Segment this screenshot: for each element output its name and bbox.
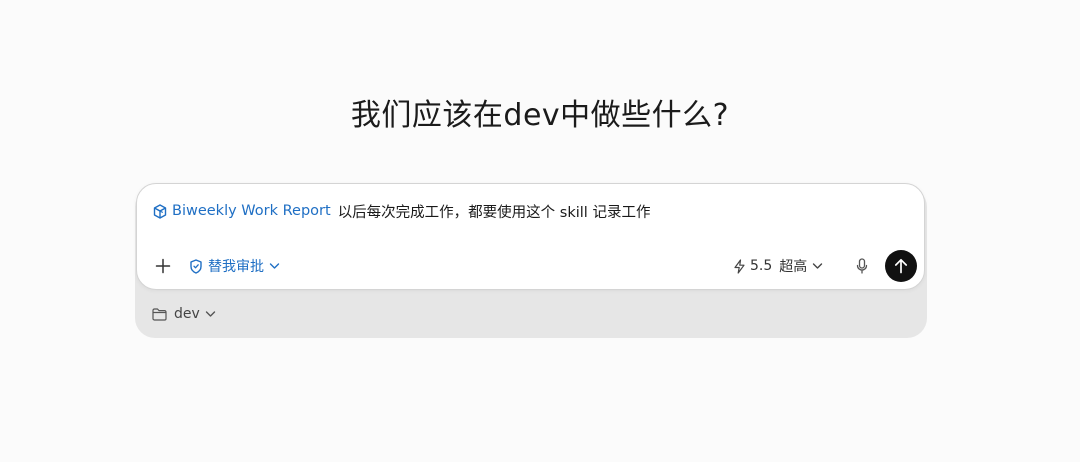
arrow-up-icon	[894, 258, 908, 274]
chevron-down-icon	[205, 311, 215, 317]
page: 我们应该在dev中做些什么? Biweekly Work Report 以后每次…	[0, 0, 1080, 462]
cube-icon	[153, 203, 167, 219]
folder-icon	[152, 307, 167, 321]
approval-mode-button[interactable]: 替我审批	[189, 254, 280, 278]
model-selector[interactable]: 5.5 超高	[733, 254, 823, 278]
add-attachment-button[interactable]	[150, 253, 176, 279]
voice-input-button[interactable]	[850, 254, 874, 278]
model-version: 5.5	[750, 258, 773, 274]
send-button[interactable]	[885, 250, 917, 282]
plus-icon	[155, 258, 171, 274]
prompt-input[interactable]: Biweekly Work Report 以后每次完成工作，都要使用这个 ski…	[153, 200, 650, 222]
microphone-icon	[856, 258, 868, 274]
chevron-down-icon	[813, 263, 823, 269]
approval-mode-label: 替我审批	[208, 259, 264, 275]
skill-chip-label: Biweekly Work Report	[172, 203, 331, 219]
lightning-icon	[734, 258, 745, 274]
prompt-text: 以后每次完成工作，都要使用这个 skill 记录工作	[337, 204, 651, 221]
shield-check-icon	[190, 258, 202, 274]
reasoning-level: 超高	[779, 259, 808, 275]
workspace-selector[interactable]: dev	[152, 303, 216, 325]
page-title: 我们应该在dev中做些什么?	[350, 98, 730, 133]
composer-toolbar: 替我审批 5.5 超高	[137, 250, 924, 282]
skill-chip[interactable]: Biweekly Work Report	[153, 203, 331, 219]
chevron-down-icon	[269, 263, 280, 269]
prompt-composer[interactable]: Biweekly Work Report 以后每次完成工作，都要使用这个 ski…	[136, 183, 925, 290]
workspace-label: dev	[174, 306, 200, 322]
